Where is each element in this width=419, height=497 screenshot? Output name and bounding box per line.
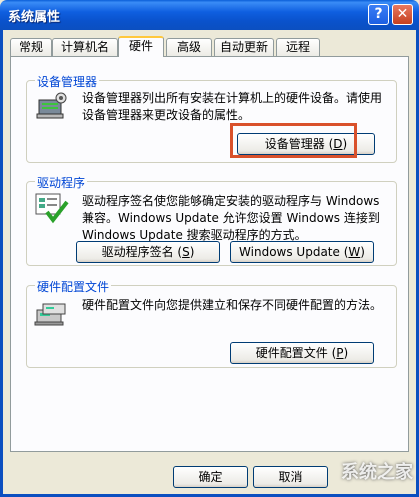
hardware-profile-icon [34,303,66,326]
drivers-description: 驱动程序签名使您能够确定安装的驱动程序与 Windows 兼容。Windows … [82,194,380,242]
hardware-profiles-description: 硬件配置文件向您提供建立和保存不同硬件配置的方法。 [82,298,383,312]
tab-auto-update[interactable]: 自动更新 [214,38,274,56]
close-button[interactable]: ✕ [392,4,413,25]
help-button[interactable]: ? [368,4,389,25]
hardware-profiles-button[interactable]: 硬件配置文件 (P) [230,342,374,364]
device-manager-description: 设备管理器列出所有安装在计算机上的硬件设备。请使用设备管理器来更改设备的属性。 [82,91,383,122]
watermark-logo: 系统之家 [341,462,413,483]
driver-signing-button-label: 驱动程序签名 [101,245,174,259]
driver-signing-button-key: S [182,245,190,259]
device-manager-title: 设备管理器 [35,73,100,90]
driver-signing-icon [35,193,69,224]
tab-hardware[interactable]: 硬件 [118,36,164,57]
windows-update-button[interactable]: Windows Update (W) [230,241,374,263]
hardware-profiles-button-label: 硬件配置文件 [255,346,328,360]
device-manager-icon [36,92,67,119]
tab-general[interactable]: 常规 [10,38,52,56]
driver-signing-button[interactable]: 驱动程序签名 (S) [76,241,220,263]
hardware-profiles-title: 硬件配置文件 [35,278,112,295]
title-bar[interactable]: 系统属性 ? ✕ [0,0,419,30]
windows-update-button-key: W [348,245,361,259]
tab-remote[interactable]: 远程 [276,38,320,56]
ok-button[interactable]: 确定 [173,466,248,488]
tab-computer-name[interactable]: 计算机名 [52,38,118,56]
highlight-box [230,123,357,158]
windows-update-button-label: Windows Update [239,245,340,259]
hardware-profiles-button-key: P [336,346,344,360]
window-title: 系统属性 [8,10,61,25]
drivers-title: 驱动程序 [35,174,88,191]
tab-advanced[interactable]: 高级 [166,38,212,56]
